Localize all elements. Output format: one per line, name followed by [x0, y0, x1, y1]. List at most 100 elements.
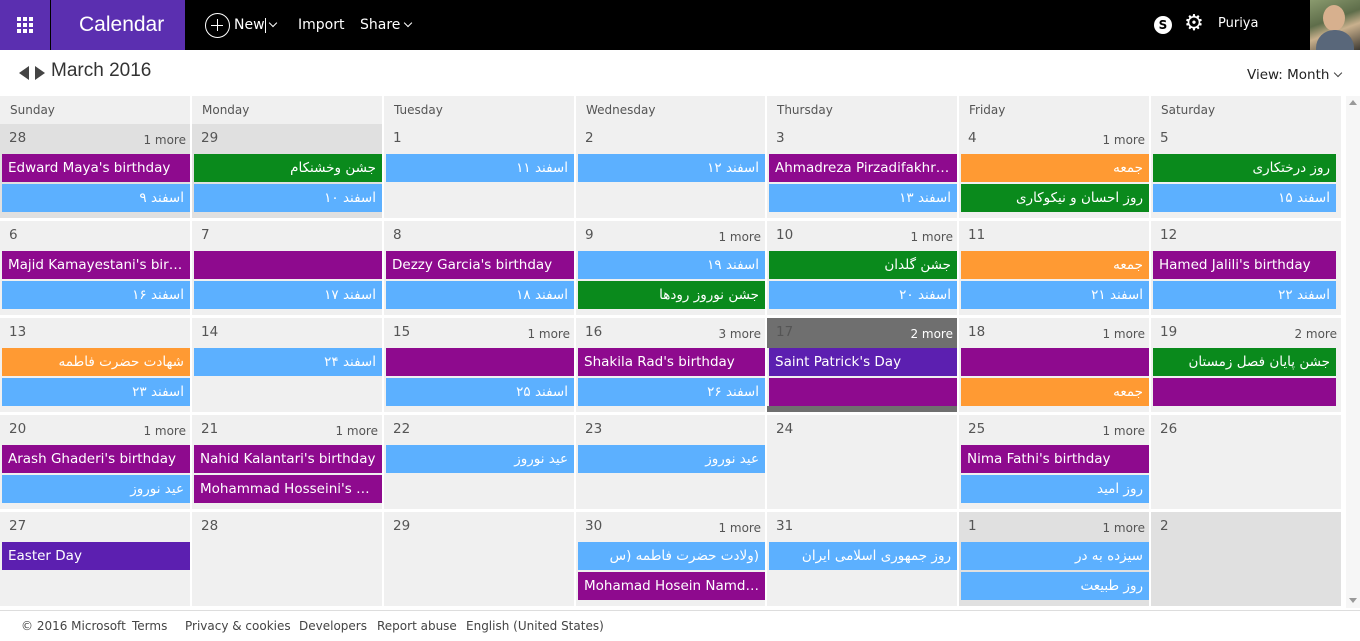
calendar-event[interactable]: Easter Day: [2, 542, 190, 570]
calendar-event[interactable]: اسفند ۲۱: [961, 281, 1149, 309]
day-cell[interactable]: 28 1 more Edward Maya's birthday اسفند ۹: [0, 124, 192, 221]
calendar-event[interactable]: Arash Ghaderi's birthday: [2, 445, 190, 473]
more-events-link[interactable]: 1 more: [143, 133, 186, 147]
calendar-event[interactable]: روز درختکاری: [1153, 154, 1336, 182]
more-events-link[interactable]: 1 more: [1102, 327, 1145, 341]
calendar-event[interactable]: جمعه: [961, 378, 1149, 406]
calendar-event[interactable]: Nahid Kalantari's birthday: [194, 445, 382, 473]
previous-month-icon[interactable]: [19, 66, 29, 80]
calendar-event[interactable]: اسفند ۱۳: [769, 184, 957, 212]
more-events-link[interactable]: 1 more: [718, 521, 761, 535]
calendar-event[interactable]: اسفند ۱۷: [194, 281, 382, 309]
calendar-event[interactable]: Shakila Rad's birthday: [578, 348, 765, 376]
calendar-event[interactable]: Dezzy Garcia's birthday: [386, 251, 574, 279]
day-cell[interactable]: 24: [767, 415, 959, 512]
terms-link[interactable]: Terms: [132, 619, 167, 633]
calendar-event[interactable]: Mohammad Hosseini's birthday: [194, 475, 382, 503]
more-events-link[interactable]: 1 more: [910, 230, 953, 244]
calendar-event[interactable]: اسفند ۲۴: [194, 348, 382, 376]
day-cell[interactable]: 31 روز جمهوری اسلامی ایران: [767, 512, 959, 609]
calendar-event[interactable]: روز احسان و نیکوکاری: [961, 184, 1149, 212]
calendar-event[interactable]: Ahmadreza Pirzadifakhr's birthday: [769, 154, 957, 182]
calendar-event[interactable]: جشن وخشنکام: [194, 154, 382, 182]
day-cell[interactable]: 9 1 more اسفند ۱۹ جشن نوروز رودها: [576, 221, 767, 318]
day-cell[interactable]: 29: [384, 512, 576, 609]
day-cell[interactable]: 11 جمعه اسفند ۲۱: [959, 221, 1151, 318]
calendar-event[interactable]: شهادت حضرت فاطمه: [2, 348, 190, 376]
more-events-link[interactable]: 1 more: [335, 424, 378, 438]
day-cell[interactable]: 27 Easter Day: [0, 512, 192, 609]
calendar-event[interactable]: جشن پایان فصل زمستان: [1153, 348, 1336, 376]
more-events-link[interactable]: 1 more: [718, 230, 761, 244]
day-cell[interactable]: 29 جشن وخشنکام اسفند ۱۰: [192, 124, 384, 221]
day-cell[interactable]: 1 اسفند ۱۱: [384, 124, 576, 221]
calendar-event[interactable]: اسفند ۹: [2, 184, 190, 212]
calendar-event[interactable]: (ولادت حضرت فاطمه (س: [578, 542, 765, 570]
day-cell[interactable]: 16 3 more Shakila Rad's birthday اسفند ۲۶: [576, 318, 767, 415]
calendar-event[interactable]: اسفند ۱۲: [578, 154, 765, 182]
scrollbar[interactable]: [1346, 96, 1360, 608]
day-cell[interactable]: 4 1 more جمعه روز احسان و نیکوکاری: [959, 124, 1151, 221]
day-cell-today[interactable]: 17 2 more Saint Patrick's Day: [767, 318, 959, 415]
calendar-event[interactable]: Hamed Jalili's birthday: [1153, 251, 1336, 279]
day-cell[interactable]: 2: [1151, 512, 1343, 609]
calendar-event[interactable]: اسفند ۱۱: [386, 154, 574, 182]
calendar-event[interactable]: روز طبیعت: [961, 572, 1149, 600]
calendar-event[interactable]: عید نوروز: [578, 445, 765, 473]
day-cell[interactable]: 8 Dezzy Garcia's birthday اسفند ۱۸: [384, 221, 576, 318]
calendar-event[interactable]: سیزده به در: [961, 542, 1149, 570]
calendar-event[interactable]: جمعه: [961, 251, 1149, 279]
scroll-down-icon[interactable]: [1349, 598, 1357, 603]
import-button[interactable]: Import: [298, 0, 344, 50]
day-cell[interactable]: 1 1 more سیزده به در روز طبیعت: [959, 512, 1151, 609]
day-cell[interactable]: 14 اسفند ۲۴: [192, 318, 384, 415]
calendar-event[interactable]: جشن گلدان: [769, 251, 957, 279]
avatar[interactable]: [1310, 0, 1360, 50]
calendar-event[interactable]: عید نوروز: [2, 475, 190, 503]
calendar-event[interactable]: اسفند ۱۰: [194, 184, 382, 212]
new-button[interactable]: New: [234, 0, 265, 50]
day-cell[interactable]: 7 اسفند ۱۷: [192, 221, 384, 318]
more-events-link[interactable]: 1 more: [143, 424, 186, 438]
calendar-event[interactable]: اسفند ۱۹: [578, 251, 765, 279]
calendar-event[interactable]: اسفند ۲۶: [578, 378, 765, 406]
more-events-link[interactable]: 1 more: [527, 327, 570, 341]
calendar-event[interactable]: اسفند ۲۵: [386, 378, 574, 406]
day-cell[interactable]: 18 1 more جمعه: [959, 318, 1151, 415]
more-events-link[interactable]: 1 more: [1102, 521, 1145, 535]
day-cell[interactable]: 12 Hamed Jalili's birthday اسفند ۲۲: [1151, 221, 1343, 318]
app-launcher-button[interactable]: [0, 0, 50, 50]
day-cell[interactable]: 20 1 more Arash Ghaderi's birthday عید نورو…: [0, 415, 192, 512]
calendar-event[interactable]: اسفند ۲۳: [2, 378, 190, 406]
day-cell[interactable]: 19 2 more جشن پایان فصل زمستان: [1151, 318, 1343, 415]
calendar-event[interactable]: Mohamad Hosein Namdar's birthday: [578, 572, 765, 600]
day-cell[interactable]: 13 شهادت حضرت فاطمه اسفند ۲۳: [0, 318, 192, 415]
more-events-link[interactable]: 2 more: [910, 327, 953, 341]
new-dropdown-button[interactable]: [268, 0, 278, 50]
calendar-event[interactable]: روز امید: [961, 475, 1149, 503]
day-cell[interactable]: 22 عید نوروز: [384, 415, 576, 512]
more-events-link[interactable]: 2 more: [1294, 327, 1337, 341]
calendar-event[interactable]: اسفند ۱۵: [1153, 184, 1336, 212]
calendar-event[interactable]: اسفند ۱۸: [386, 281, 574, 309]
calendar-event[interactable]: اسفند ۲۰: [769, 281, 957, 309]
day-cell[interactable]: 10 1 more جشن گلدان اسفند ۲۰: [767, 221, 959, 318]
more-events-link[interactable]: 1 more: [1102, 424, 1145, 438]
calendar-event[interactable]: [961, 348, 1149, 376]
view-selector[interactable]: View: Month: [1247, 67, 1343, 83]
day-cell[interactable]: 6 Majid Kamayestani's birthday اسفند ۱۶: [0, 221, 192, 318]
calendar-event[interactable]: [1153, 378, 1336, 406]
calendar-event[interactable]: Nima Fathi's birthday: [961, 445, 1149, 473]
language-link[interactable]: English (United States): [466, 619, 604, 633]
more-events-link[interactable]: 3 more: [718, 327, 761, 341]
day-cell[interactable]: 25 1 more Nima Fathi's birthday روز امید: [959, 415, 1151, 512]
report-abuse-link[interactable]: Report abuse: [377, 619, 457, 633]
calendar-event[interactable]: [194, 251, 382, 279]
calendar-event[interactable]: روز جمهوری اسلامی ایران: [769, 542, 957, 570]
app-title[interactable]: Calendar: [51, 0, 185, 50]
skype-icon[interactable]: S: [1154, 16, 1172, 34]
calendar-event[interactable]: Saint Patrick's Day: [769, 348, 957, 376]
new-icon[interactable]: [205, 13, 230, 38]
day-cell[interactable]: 26: [1151, 415, 1343, 512]
day-cell[interactable]: 2 اسفند ۱۲: [576, 124, 767, 221]
